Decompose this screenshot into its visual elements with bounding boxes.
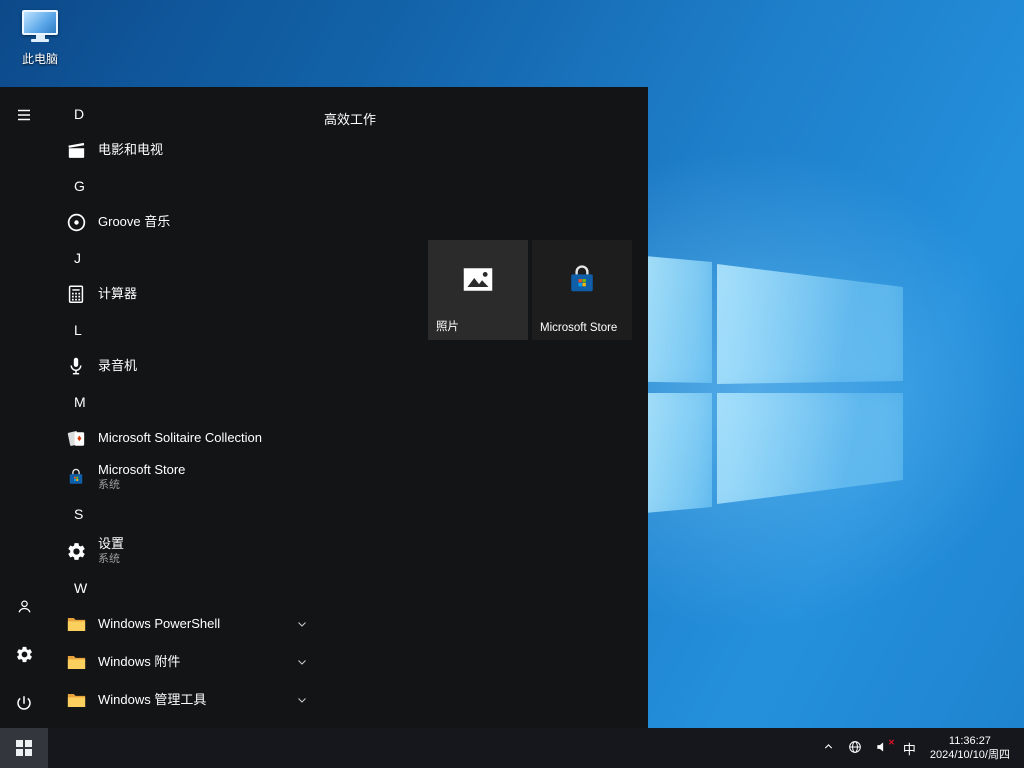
voice-recorder-icon: [64, 354, 88, 378]
tile-photos[interactable]: 照片: [428, 240, 528, 340]
app-sublabel: 系统: [98, 479, 185, 492]
start-button[interactable]: [0, 728, 48, 768]
solitaire-icon: [64, 426, 88, 450]
volume-muted-icon: ✕: [875, 739, 891, 758]
store-icon: [563, 261, 601, 304]
app-label: 录音机: [98, 359, 137, 374]
tile-label: 照片: [436, 318, 459, 334]
gear-icon: [15, 645, 34, 667]
section-letter-j[interactable]: J: [48, 241, 324, 275]
clock-time: 11:36:27: [949, 734, 991, 748]
app-item-microsoft-store[interactable]: Microsoft Store 系统: [48, 457, 324, 497]
app-item-windows-ease-of-access[interactable]: Windows 轻松使用: [48, 719, 324, 728]
desktop-icon-this-pc[interactable]: 此电脑: [11, 10, 69, 67]
app-item-calculator[interactable]: 计算器: [48, 275, 324, 313]
taskbar: ✕ 中 11:36:27 2024/10/10/周四: [0, 728, 1024, 768]
calculator-icon: [64, 282, 88, 306]
section-letter-m[interactable]: M: [48, 385, 324, 419]
app-list: D 电影和电视 G Groove 音乐 J: [48, 87, 324, 728]
chevron-down-icon: [296, 656, 308, 668]
start-rail: [0, 87, 48, 728]
hamburger-icon: [15, 106, 33, 127]
app-label: Windows 附件: [98, 655, 180, 670]
user-account-button[interactable]: [0, 584, 48, 632]
app-label: Groove 音乐: [98, 215, 170, 230]
app-label: 计算器: [98, 287, 137, 302]
section-letter-l[interactable]: L: [48, 313, 324, 347]
section-letter-d[interactable]: D: [48, 97, 324, 131]
folder-icon: [64, 650, 88, 674]
app-label: Windows PowerShell: [98, 617, 220, 632]
app-label: Microsoft Store: [98, 463, 185, 478]
mute-badge: ✕: [888, 738, 895, 747]
section-letter-s[interactable]: S: [48, 497, 324, 531]
app-item-groove-music[interactable]: Groove 音乐: [48, 203, 324, 241]
photos-icon: [460, 262, 496, 303]
gear-icon: [64, 539, 88, 563]
computer-icon: [20, 10, 60, 47]
ime-indicator[interactable]: 中: [897, 728, 922, 768]
section-letter-w[interactable]: W: [48, 571, 324, 605]
tile-area: 高效工作 照片: [324, 87, 648, 728]
windows-desktop: 此电脑: [0, 0, 1024, 768]
tile-group-title: 高效工作: [324, 109, 376, 128]
app-label: 电影和电视: [98, 143, 163, 158]
tile-microsoft-store[interactable]: Microsoft Store: [532, 240, 632, 340]
show-hidden-icons-button[interactable]: [816, 728, 841, 768]
system-tray: ✕ 中 11:36:27 2024/10/10/周四: [816, 728, 1024, 768]
app-item-windows-accessories[interactable]: Windows 附件: [48, 643, 324, 681]
app-label: Microsoft Solitaire Collection: [98, 431, 262, 446]
app-item-windows-admin-tools[interactable]: Windows 管理工具: [48, 681, 324, 719]
clock-date: 2024/10/10/周四: [930, 748, 1010, 762]
settings-button[interactable]: [0, 632, 48, 680]
user-icon: [15, 597, 34, 619]
app-label: 设置: [98, 537, 124, 552]
power-icon: [15, 694, 33, 715]
chevron-down-icon: [296, 618, 308, 630]
app-item-movies-tv[interactable]: 电影和电视: [48, 131, 324, 169]
groove-music-icon: [64, 210, 88, 234]
movies-tv-icon: [64, 138, 88, 162]
start-menu: D 电影和电视 G Groove 音乐 J: [0, 87, 648, 728]
app-item-windows-powershell[interactable]: Windows PowerShell: [48, 605, 324, 643]
chevron-down-icon: [296, 694, 308, 706]
expand-start-menu-button[interactable]: [0, 92, 48, 140]
clock[interactable]: 11:36:27 2024/10/10/周四: [922, 728, 1018, 768]
volume-button[interactable]: ✕: [869, 728, 897, 768]
folder-icon: [64, 688, 88, 712]
globe-network-icon: [847, 739, 863, 758]
folder-icon: [64, 612, 88, 636]
tile-label: Microsoft Store: [540, 322, 617, 334]
windows-logo-icon: [16, 740, 33, 757]
network-status-button[interactable]: [841, 728, 869, 768]
app-sublabel: 系统: [98, 553, 124, 566]
app-item-voice-recorder[interactable]: 录音机: [48, 347, 324, 385]
chevron-up-icon: [822, 740, 835, 756]
this-pc-label: 此电脑: [22, 50, 58, 67]
section-letter-g[interactable]: G: [48, 169, 324, 203]
app-label: Windows 管理工具: [98, 693, 206, 708]
app-item-settings[interactable]: 设置 系统: [48, 531, 324, 571]
app-item-solitaire[interactable]: Microsoft Solitaire Collection: [48, 419, 324, 457]
store-icon: [64, 465, 88, 489]
power-button[interactable]: [0, 680, 48, 728]
